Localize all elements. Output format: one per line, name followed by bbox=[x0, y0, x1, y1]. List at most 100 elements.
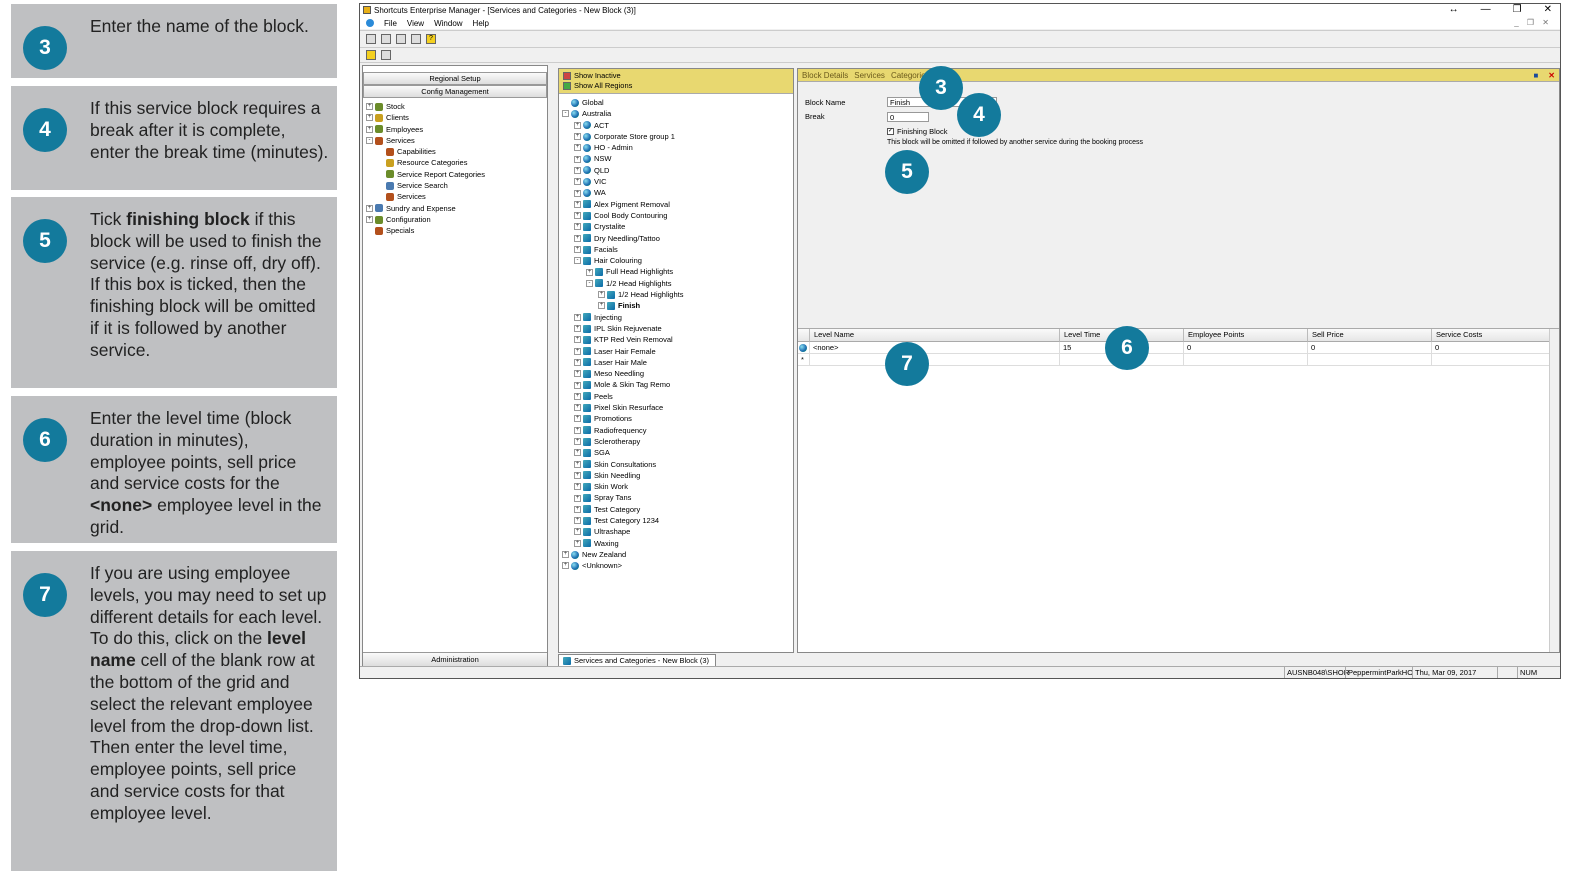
expand-icon[interactable]: + bbox=[574, 178, 581, 186]
tab-services[interactable]: Services bbox=[854, 71, 885, 80]
expand-icon[interactable]: - bbox=[574, 257, 581, 265]
menu-file[interactable]: File bbox=[384, 19, 397, 28]
tree-item[interactable]: + Finish bbox=[562, 300, 793, 311]
finishing-block-checkbox[interactable]: ✓ Finishing Block bbox=[887, 127, 947, 136]
expand-icon[interactable]: + bbox=[574, 438, 581, 446]
tree-item[interactable]: Service Report Categories bbox=[366, 169, 547, 180]
tree-item[interactable]: + Clients bbox=[366, 112, 547, 123]
regional-setup-button[interactable]: Regional Setup bbox=[363, 72, 547, 85]
tree-item[interactable]: - 1/2 Head Highlights bbox=[562, 278, 793, 289]
expand-icon[interactable]: + bbox=[574, 392, 581, 400]
tree-item[interactable]: + ACT bbox=[562, 120, 793, 131]
expand-icon[interactable]: - bbox=[366, 137, 373, 145]
cell-sell-price[interactable]: 0 bbox=[1308, 342, 1432, 354]
tree-item[interactable]: + NSW bbox=[562, 153, 793, 164]
tree-item[interactable]: + Sundry and Expense bbox=[366, 203, 547, 214]
col-service-costs[interactable]: Service Costs bbox=[1432, 329, 1550, 342]
window-icon[interactable] bbox=[381, 50, 391, 60]
help-icon[interactable]: ? bbox=[426, 34, 436, 44]
copy-icon[interactable] bbox=[396, 34, 406, 44]
expand-icon[interactable]: + bbox=[574, 336, 581, 344]
expand-icon[interactable]: + bbox=[574, 404, 581, 412]
expand-icon[interactable]: + bbox=[574, 234, 581, 242]
tree-item[interactable]: + Crystalite bbox=[562, 221, 793, 232]
expand-icon[interactable]: + bbox=[574, 133, 581, 141]
grid-scrollbar[interactable] bbox=[1549, 329, 1559, 652]
tree-item[interactable]: - Services bbox=[366, 135, 547, 146]
mdi-controls[interactable]: _ ❐ ✕ bbox=[1514, 18, 1552, 27]
tree-item[interactable]: + Employees bbox=[366, 124, 547, 135]
expand-icon[interactable]: + bbox=[574, 494, 581, 502]
minimize-button[interactable]: — bbox=[1481, 4, 1491, 15]
new-row-sell-price[interactable] bbox=[1308, 354, 1432, 366]
tree-item[interactable]: + SGA bbox=[562, 447, 793, 458]
expand-icon[interactable]: + bbox=[574, 189, 581, 197]
tree-item[interactable]: + Meso Needling bbox=[562, 368, 793, 379]
expand-icon[interactable]: - bbox=[562, 110, 569, 118]
expand-icon[interactable]: + bbox=[574, 212, 581, 220]
tree-item[interactable]: + Skin Needling bbox=[562, 470, 793, 481]
paste-icon[interactable] bbox=[411, 34, 421, 44]
expand-icon[interactable]: + bbox=[366, 204, 373, 212]
expand-icon[interactable]: + bbox=[574, 144, 581, 152]
expand-icon[interactable]: + bbox=[574, 471, 581, 479]
expand-icon[interactable]: + bbox=[574, 539, 581, 547]
tree-item[interactable]: + Facials bbox=[562, 244, 793, 255]
tree-item[interactable]: + Mole & Skin Tag Remo bbox=[562, 379, 793, 390]
new-row-service-costs[interactable] bbox=[1432, 354, 1550, 366]
expand-icon[interactable]: + bbox=[574, 505, 581, 513]
expand-icon[interactable]: + bbox=[366, 125, 373, 133]
expand-icon[interactable]: + bbox=[574, 223, 581, 231]
expand-icon[interactable]: + bbox=[366, 216, 373, 224]
tree-item[interactable]: + <Unknown> bbox=[562, 560, 793, 571]
tree-item[interactable]: + Promotions bbox=[562, 413, 793, 424]
lock-icon[interactable] bbox=[366, 50, 376, 60]
col-sell-price[interactable]: Sell Price bbox=[1308, 329, 1432, 342]
tree-item[interactable]: + Radiofrequency bbox=[562, 425, 793, 436]
expand-icon[interactable]: + bbox=[598, 291, 605, 299]
expand-icon[interactable]: + bbox=[574, 415, 581, 423]
tree-item[interactable]: + Cool Body Contouring bbox=[562, 210, 793, 221]
tree-item[interactable]: + Configuration bbox=[366, 214, 547, 225]
tree-item[interactable]: + Skin Work bbox=[562, 481, 793, 492]
tree-item[interactable]: + Laser Hair Female bbox=[562, 346, 793, 357]
expand-icon[interactable]: + bbox=[366, 114, 373, 122]
tree-item[interactable]: + Skin Consultations bbox=[562, 459, 793, 470]
expand-icon[interactable]: + bbox=[574, 155, 581, 163]
tree-item[interactable]: +1/2 Head Highlights bbox=[562, 289, 793, 300]
tree-item[interactable]: + Injecting bbox=[562, 312, 793, 323]
expand-icon[interactable]: + bbox=[598, 302, 605, 310]
save-icon[interactable] bbox=[366, 34, 376, 44]
col-employee-points[interactable]: Employee Points bbox=[1184, 329, 1308, 342]
menu-window[interactable]: Window bbox=[434, 19, 462, 28]
tree-item[interactable]: + Dry Needling/Tattoo bbox=[562, 233, 793, 244]
tree-item[interactable]: Global bbox=[562, 97, 793, 108]
save-icon[interactable]: ■ bbox=[1533, 71, 1538, 80]
cell-level-name[interactable]: <none> bbox=[810, 342, 1060, 354]
expand-icon[interactable]: + bbox=[574, 449, 581, 457]
expand-icon[interactable]: - bbox=[586, 279, 593, 287]
tree-item[interactable]: + Test Category bbox=[562, 504, 793, 515]
tree-item[interactable]: + QLD bbox=[562, 165, 793, 176]
close-icon[interactable]: ✕ bbox=[1548, 71, 1555, 80]
show-all-regions-option[interactable]: Show All Regions bbox=[563, 81, 789, 91]
tree-item[interactable]: + KTP Red Vein Removal bbox=[562, 334, 793, 345]
tree-item[interactable]: + Alex Pigment Removal bbox=[562, 199, 793, 210]
tree-item[interactable]: - Hair Colouring bbox=[562, 255, 793, 266]
tree-item[interactable]: + Spray Tans bbox=[562, 492, 793, 503]
tree-item[interactable]: Service Search bbox=[366, 180, 547, 191]
show-inactive-option[interactable]: Show Inactive bbox=[563, 71, 789, 81]
expand-icon[interactable]: + bbox=[574, 347, 581, 355]
expand-icon[interactable]: + bbox=[574, 370, 581, 378]
expand-icon[interactable]: + bbox=[574, 200, 581, 208]
new-row-level-name[interactable] bbox=[810, 354, 1060, 366]
resize-button[interactable]: ↔ bbox=[1449, 4, 1459, 15]
tree-item[interactable]: - Australia bbox=[562, 108, 793, 119]
tree-item[interactable]: + Stock bbox=[366, 101, 547, 112]
config-management-button[interactable]: Config Management bbox=[363, 85, 547, 98]
close-button[interactable]: ✕ bbox=[1544, 4, 1552, 15]
tree-item[interactable]: + VIC bbox=[562, 176, 793, 187]
expand-icon[interactable]: + bbox=[574, 381, 581, 389]
tree-item[interactable]: + WA bbox=[562, 187, 793, 198]
tab-block-details[interactable]: Block Details bbox=[802, 71, 848, 80]
